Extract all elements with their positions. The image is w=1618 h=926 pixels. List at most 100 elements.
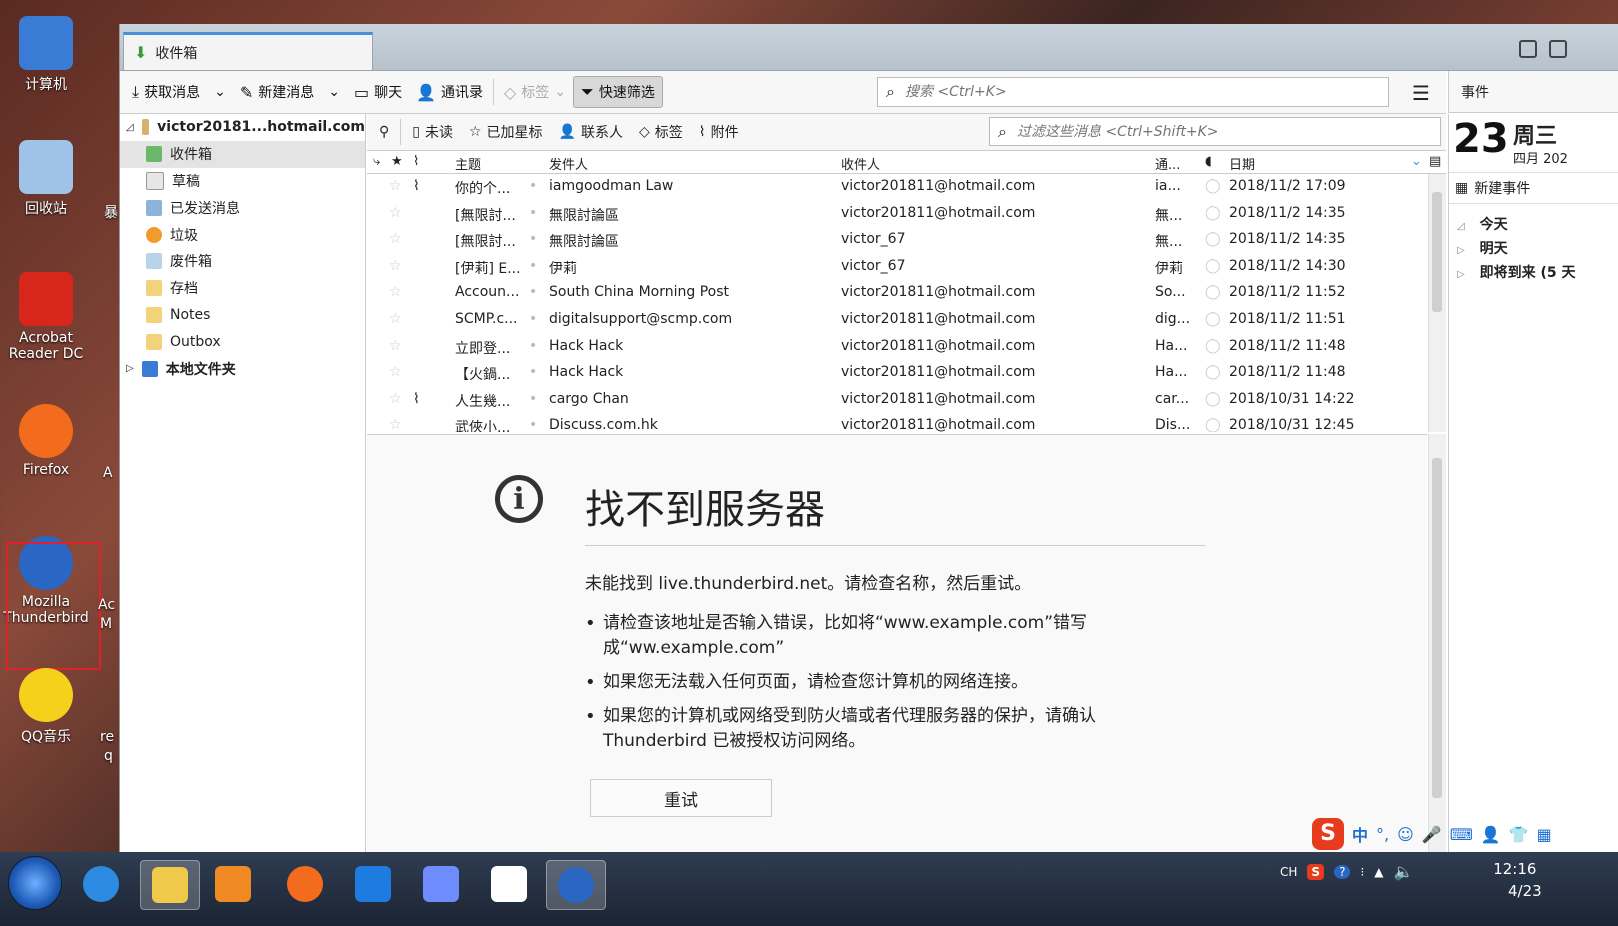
tasks-icon[interactable] [1549, 40, 1567, 58]
junk-column-icon[interactable]: ◖ [1205, 154, 1212, 169]
taskbar-thunderbird[interactable] [546, 860, 606, 910]
filter-attachment-button[interactable]: ⌇ 附件 [691, 122, 747, 142]
thread-column-icon[interactable]: ⤷ [373, 154, 380, 169]
scrollbar-thumb[interactable] [1432, 192, 1442, 312]
punctuation-icon[interactable]: °, [1376, 825, 1389, 844]
table-row[interactable]: ☆ ⌇ 你的个... • iamgoodman Law victor201811… [367, 174, 1427, 201]
agenda-upcoming[interactable]: ▷ 即将到来 (5 天 [1457, 262, 1575, 282]
star-toggle-icon[interactable]: ☆ [389, 178, 402, 194]
read-dot-icon[interactable]: • [529, 338, 537, 354]
agenda-today[interactable]: ◿ 今天 [1457, 214, 1508, 234]
read-dot-icon[interactable]: • [529, 364, 537, 380]
junk-status-icon[interactable]: ◯ [1205, 391, 1221, 407]
star-toggle-icon[interactable]: ☆ [389, 205, 402, 221]
skin-shirt-icon[interactable]: 👕 [1509, 825, 1529, 844]
scrollbar-thumb[interactable] [1432, 458, 1442, 798]
column-date[interactable]: 日期 [1229, 154, 1255, 173]
ime-mode-toggle[interactable]: 中 [1352, 822, 1368, 846]
filter-search-input[interactable] [1014, 122, 1417, 141]
agenda-tomorrow[interactable]: ▷ 明天 [1457, 238, 1508, 258]
table-row[interactable]: ☆ ⌇ 人生幾... • cargo Chan victor201811@hot… [367, 387, 1427, 414]
filter-unread-button[interactable]: ▯ 未读 [404, 122, 461, 142]
column-from[interactable]: 发件人 [549, 154, 588, 173]
read-dot-icon[interactable]: • [529, 205, 537, 221]
folder-junk[interactable]: 垃圾 [120, 221, 365, 248]
desktop-icon-recycle-bin[interactable]: 回收站 [1, 140, 91, 218]
folder-notes[interactable]: Notes [120, 302, 365, 329]
filter-contact-button[interactable]: 👤 联系人 [551, 122, 631, 142]
get-messages-dropdown[interactable]: ⌄ [207, 77, 233, 107]
read-dot-icon[interactable]: • [529, 258, 537, 274]
app-menu-hamburger-icon[interactable]: ☰ [1412, 81, 1430, 105]
folder-drafts[interactable]: 草稿 [120, 168, 365, 195]
ime-options-icon[interactable]: ⁝ [1360, 865, 1364, 879]
quick-filter-button[interactable]: ⏷ 快速筛选 [573, 76, 663, 108]
system-clock[interactable]: 12:16 4/23 [1488, 858, 1541, 902]
table-row[interactable]: ☆ [無限討... • 無限討論區 victor_67 無... ◯ 2018/… [367, 227, 1427, 254]
table-row[interactable]: ☆ Accoun... • South China Morning Post v… [367, 280, 1427, 307]
table-row[interactable]: ☆ 【火鍋... • Hack Hack victor201811@hotmai… [367, 360, 1427, 387]
desktop-icon-computer[interactable]: 计算机 [1, 16, 91, 94]
taskbar-media-player[interactable] [204, 860, 262, 908]
message-list-scrollbar[interactable] [1428, 174, 1446, 432]
keyboard-icon[interactable]: ⌨ [1450, 825, 1473, 844]
read-dot-icon[interactable]: • [529, 391, 537, 407]
tag-button[interactable]: ◇ 标签 ⌄ [497, 77, 573, 107]
star-toggle-icon[interactable]: ☆ [389, 417, 402, 432]
start-button-windows-icon[interactable] [8, 856, 62, 910]
global-search-input[interactable] [902, 83, 1359, 101]
input-language-indicator[interactable]: CH [1280, 865, 1297, 879]
table-row[interactable]: ☆ [無限討... • 無限討論區 victor201811@hotmail.c… [367, 201, 1427, 228]
junk-status-icon[interactable]: ◯ [1205, 231, 1221, 247]
emoji-icon[interactable]: ☺ [1397, 825, 1414, 844]
star-toggle-icon[interactable]: ☆ [389, 258, 402, 274]
taskbar-tiles-app[interactable] [344, 860, 402, 908]
table-row[interactable]: ☆ 武俠小... • Discuss.com.hk victor201811@h… [367, 413, 1427, 432]
junk-status-icon[interactable]: ◯ [1205, 417, 1221, 432]
address-book-button[interactable]: 👤 通讯录 [409, 77, 490, 107]
desktop-icon-qqmusic[interactable]: QQ音乐 [1, 668, 91, 746]
junk-status-icon[interactable]: ◯ [1205, 364, 1221, 380]
attachment-column-icon[interactable]: ⌇ [413, 154, 419, 169]
read-dot-icon[interactable]: • [529, 311, 537, 327]
star-toggle-icon[interactable]: ☆ [389, 231, 402, 247]
read-dot-icon[interactable]: • [529, 231, 537, 247]
user-icon[interactable]: 👤 [1481, 825, 1501, 844]
folder-inbox[interactable]: 收件箱 [120, 140, 365, 168]
preview-scrollbar[interactable] [1428, 434, 1446, 854]
read-dot-icon[interactable]: • [529, 178, 537, 194]
star-toggle-icon[interactable]: ☆ [389, 311, 402, 327]
junk-status-icon[interactable]: ◯ [1205, 205, 1221, 221]
star-toggle-icon[interactable]: ☆ [389, 338, 402, 354]
filter-tags-button[interactable]: ◇ 标签 [631, 122, 691, 142]
folder-archive[interactable]: 存档 [120, 275, 365, 302]
column-recipient[interactable]: 收件人 [841, 154, 880, 173]
taskbar-explorer[interactable] [140, 860, 200, 910]
star-toggle-icon[interactable]: ☆ [389, 364, 402, 380]
column-correspondents[interactable]: 通... [1155, 154, 1180, 173]
junk-status-icon[interactable]: ◯ [1205, 178, 1221, 194]
write-dropdown[interactable]: ⌄ [321, 77, 347, 107]
table-row[interactable]: ☆ [伊莉] E... • 伊莉 victor_67 伊莉 ◯ 2018/11/… [367, 254, 1427, 281]
read-dot-icon[interactable]: • [529, 284, 537, 300]
star-toggle-icon[interactable]: ☆ [389, 391, 402, 407]
calendar-icon[interactable] [1519, 40, 1537, 58]
show-hidden-icons-icon[interactable]: ▲ [1374, 865, 1383, 879]
filter-starred-button[interactable]: ☆ 已加星标 [461, 122, 551, 142]
help-icon[interactable]: ? [1334, 864, 1351, 879]
new-event-button[interactable]: ▦ 新建事件 [1449, 172, 1618, 204]
desktop-icon-acrobat[interactable]: Acrobat Reader DC [1, 272, 91, 362]
write-button[interactable]: ✎ 新建消息 [233, 77, 321, 107]
junk-status-icon[interactable]: ◯ [1205, 258, 1221, 274]
junk-status-icon[interactable]: ◯ [1205, 338, 1221, 354]
sogou-logo-icon[interactable]: S [1312, 818, 1344, 850]
star-column-icon[interactable]: ★ [391, 154, 403, 169]
column-subject[interactable]: 主题 [455, 154, 481, 173]
tab-inbox[interactable]: ⬇ 收件箱 [123, 32, 373, 70]
junk-status-icon[interactable]: ◯ [1205, 311, 1221, 327]
grid-menu-icon[interactable]: ▦ [1537, 825, 1552, 844]
microphone-icon[interactable]: 🎤 [1422, 825, 1442, 844]
desktop-icon-firefox[interactable]: Firefox [1, 404, 91, 478]
column-picker-icon[interactable]: ▤ [1429, 154, 1441, 169]
global-search-field[interactable]: ⌕ [877, 77, 1389, 107]
